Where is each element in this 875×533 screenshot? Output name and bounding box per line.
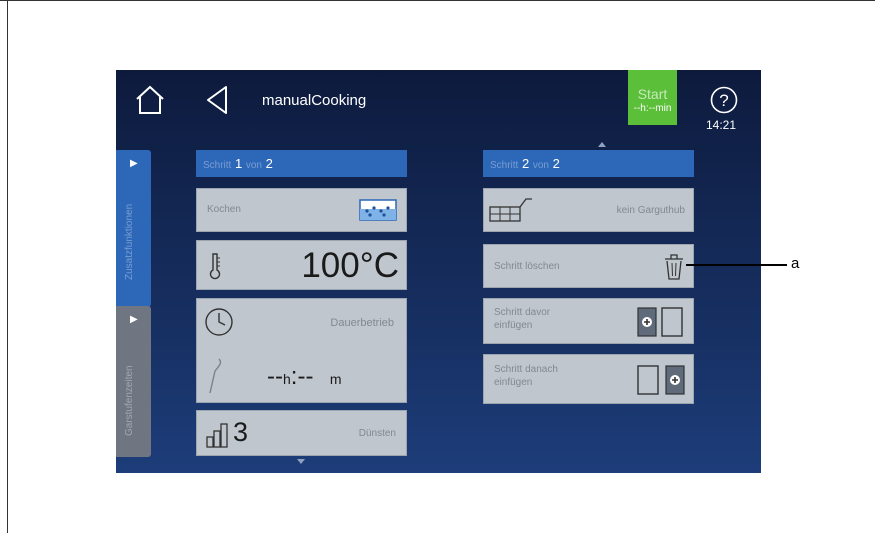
start-time: --h:--min — [633, 103, 672, 114]
sidebar-tab-label: Zusatzfunktionen — [124, 203, 135, 280]
page-border-left — [7, 0, 8, 533]
thermometer-icon — [209, 253, 221, 280]
insert-after-label: Schritt danach einfügen — [494, 363, 558, 389]
insert-after-line2: einfügen — [494, 377, 533, 388]
insert-before-line1: Schritt davor — [494, 307, 551, 318]
scroll-down-arrow-icon[interactable] — [297, 459, 305, 464]
lift-card[interactable]: kein Garguthub — [483, 188, 694, 232]
time-display: --h:-- m — [267, 363, 342, 391]
duration-label: Dauerbetrieb — [330, 317, 394, 329]
boiling-water-icon — [359, 199, 397, 221]
insert-before-label: Schritt davor einfügen — [494, 306, 550, 332]
start-button[interactable]: Start --h:--min — [628, 70, 677, 125]
level-label: Dünsten — [358, 428, 396, 439]
help-icon[interactable]: ? — [710, 86, 738, 114]
sidebar-tab-label: Garstufenzeiten — [124, 365, 135, 436]
sidebar-tab-cooking-times[interactable]: ▶ Garstufenzeiten — [116, 306, 151, 457]
device-screen: manualCooking Start --h:--min ? 14:21 ▶ … — [116, 70, 761, 473]
step-total: 2 — [265, 156, 273, 171]
mode-label: Kochen — [207, 204, 241, 215]
start-label: Start — [637, 86, 668, 102]
mode-card[interactable]: Kochen — [196, 188, 407, 232]
delete-step-label: Schritt löschen — [494, 261, 560, 272]
callout-line — [686, 264, 787, 266]
clock-icon — [205, 308, 233, 336]
scroll-up-arrow-icon[interactable] — [598, 142, 606, 147]
temperature-card[interactable]: 100°C — [196, 240, 407, 290]
of-word: von — [532, 160, 549, 171]
delete-step-button[interactable]: Schritt löschen — [483, 244, 694, 288]
time-hours: -- — [267, 363, 283, 390]
step-total: 2 — [552, 156, 560, 171]
time-minutes-unit: m — [329, 371, 342, 387]
insert-after-icon — [637, 365, 685, 395]
step-number: 2 — [521, 156, 530, 171]
sidebar-tab-extra-functions[interactable]: ▶ Zusatzfunktionen — [116, 150, 151, 307]
of-word: von — [245, 160, 262, 171]
page-border-top — [0, 0, 875, 1]
callout-label: a — [791, 255, 800, 272]
page-title: manualCooking — [262, 92, 367, 109]
step2-header: Schritt 2 von 2 — [483, 150, 694, 177]
home-icon[interactable] — [134, 84, 166, 116]
level-bars-icon — [206, 423, 228, 448]
trash-icon — [665, 254, 683, 280]
lift-label: kein Garguthub — [616, 205, 685, 216]
clock: 14:21 — [706, 118, 737, 132]
insert-before-icon — [637, 307, 683, 337]
core-probe-icon — [209, 358, 222, 394]
expand-arrow-icon: ▶ — [130, 158, 138, 169]
level-card[interactable]: 3 Dünsten — [196, 410, 407, 456]
insert-before-line2: einfügen — [494, 320, 533, 331]
insert-step-after-button[interactable]: Schritt danach einfügen — [483, 354, 694, 404]
time-hours-unit: h — [282, 371, 291, 387]
fry-basket-icon — [489, 198, 532, 222]
svg-text:?: ? — [719, 91, 728, 110]
temperature-value: 100°C — [301, 246, 399, 285]
step-number: 1 — [234, 156, 243, 171]
back-arrow-icon[interactable] — [204, 84, 230, 116]
expand-arrow-icon: ▶ — [130, 314, 138, 325]
level-value: 3 — [233, 417, 249, 447]
step1-header: Schritt 1 von 2 — [196, 150, 407, 177]
insert-step-before-button[interactable]: Schritt davor einfügen — [483, 298, 694, 344]
insert-after-line1: Schritt danach — [494, 364, 558, 375]
step-word: Schritt — [490, 160, 519, 171]
time-minutes: -- — [297, 363, 314, 390]
duration-card[interactable]: Dauerbetrieb --h:-- m — [196, 298, 407, 403]
step-word: Schritt — [203, 160, 232, 171]
